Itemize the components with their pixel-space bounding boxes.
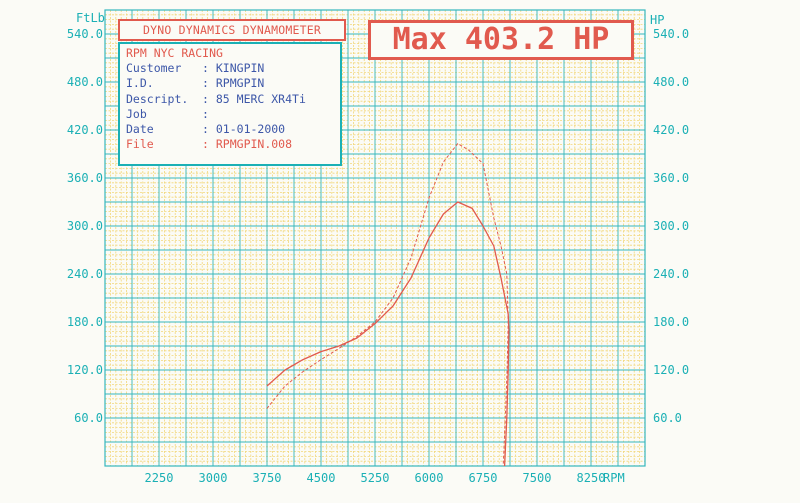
info-row-customer: Customer: KINGPIN (126, 61, 340, 76)
left-axis-label: FtLb (76, 11, 105, 25)
x-tick-label: 2250 (145, 471, 174, 485)
info-sep: : (202, 137, 209, 152)
info-label: Customer (126, 61, 182, 76)
y-tick-label-left: 420.0 (67, 123, 103, 137)
series-line-1 (266, 201, 510, 467)
info-value: 85 MERC XR4Ti (215, 91, 306, 106)
info-label: Descript. (126, 91, 189, 106)
y-tick-label-right: 540.0 (653, 27, 689, 41)
y-tick-label-left: 180.0 (67, 315, 103, 329)
info-label: I.D. (126, 76, 154, 91)
info-row-date: Date: 01-01-2000 (126, 122, 340, 137)
x-tick-label: 4500 (307, 471, 336, 485)
info-sep: : (202, 91, 209, 106)
info-sep: : (202, 122, 209, 137)
info-value: KINGPIN (215, 61, 265, 76)
x-axis-label: RPM (603, 471, 625, 485)
info-value: 01-01-2000 (215, 122, 286, 137)
x-tick-label: 6000 (415, 471, 444, 485)
y-tick-label-right: 420.0 (653, 123, 689, 137)
y-tick-label-right: 60.0 (653, 411, 682, 425)
shop-name: RPM NYC RACING (126, 46, 223, 60)
chart-title: DYNO DYNAMICS DYNAMOMETER (118, 19, 346, 41)
info-row-job: Job: (126, 107, 340, 122)
x-tick-label: 6750 (469, 471, 498, 485)
right-axis-label: HP (650, 13, 664, 27)
info-row-id: I.D.: RPMGPIN (126, 76, 340, 91)
x-tick-label: 5250 (361, 471, 390, 485)
y-tick-label-left: 480.0 (67, 75, 103, 89)
x-tick-label: 3750 (253, 471, 282, 485)
info-row-description: Descript.: 85 MERC XR4Ti (126, 92, 340, 107)
y-tick-label-left: 60.0 (74, 411, 103, 425)
info-label: Date (126, 122, 154, 137)
y-tick-label-right: 240.0 (653, 267, 689, 281)
y-tick-label-right: 180.0 (653, 315, 689, 329)
y-tick-label-left: 300.0 (67, 219, 103, 233)
y-tick-label-right: 480.0 (653, 75, 689, 89)
max-power-label: Max 403.2 HP (368, 20, 634, 60)
y-tick-label-right: 120.0 (653, 363, 689, 377)
info-sep: : (202, 106, 209, 121)
info-sep: : (202, 76, 209, 91)
x-tick-label: 7500 (523, 471, 552, 485)
x-tick-label: 8250 (577, 471, 606, 485)
info-label: File (126, 137, 154, 152)
y-tick-label-right: 300.0 (653, 219, 689, 233)
y-tick-label-right: 360.0 (653, 171, 689, 185)
y-tick-label-left: 120.0 (67, 363, 103, 377)
y-tick-label-left: 240.0 (67, 267, 103, 281)
y-tick-label-left: 540.0 (67, 27, 103, 41)
info-panel: RPM NYC RACING Customer: KINGPIN I.D.: R… (118, 42, 342, 166)
info-value: RPMGPIN.008 (215, 137, 293, 152)
x-tick-label: 3000 (199, 471, 228, 485)
y-tick-label-left: 360.0 (67, 171, 103, 185)
info-label: Job (126, 106, 147, 121)
info-sep: : (202, 61, 209, 76)
info-value: RPMGPIN (215, 76, 265, 91)
info-row-file: File: RPMGPIN.008 (126, 137, 340, 152)
